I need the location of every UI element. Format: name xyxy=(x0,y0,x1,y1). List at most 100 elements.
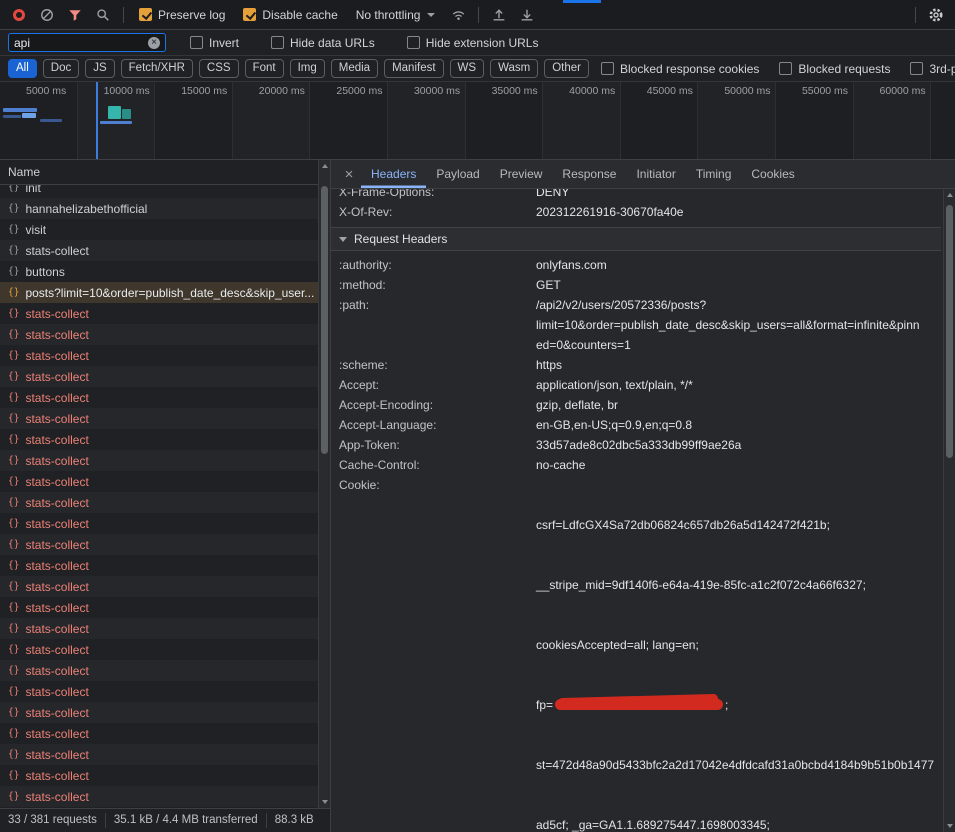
type-filter-chip[interactable]: Media xyxy=(331,59,378,78)
script-file-icon: {} xyxy=(8,644,19,655)
details-tab[interactable]: Payload xyxy=(426,160,489,188)
clear-icon xyxy=(40,8,54,22)
details-scrollbar[interactable] xyxy=(943,189,955,832)
request-name: init xyxy=(25,185,54,195)
name-column-header[interactable]: Name xyxy=(0,160,330,185)
filter-input[interactable]: api × xyxy=(8,33,166,52)
timeline-overview[interactable]: 5000 ms10000 ms15000 ms20000 ms25000 ms3… xyxy=(0,82,955,160)
details-tab[interactable]: Initiator xyxy=(626,160,685,188)
request-row[interactable]: {} stats-collect xyxy=(0,702,330,723)
request-name: stats-collect xyxy=(25,349,102,363)
request-row[interactable]: {} stats-collect xyxy=(0,660,330,681)
type-filter-chip[interactable]: WS xyxy=(450,59,485,78)
hide-data-urls-checkbox[interactable]: Hide data URLs xyxy=(271,36,375,50)
request-row[interactable]: {} stats-collect xyxy=(0,555,330,576)
request-row[interactable]: {} init xyxy=(0,185,330,198)
request-name: stats-collect xyxy=(25,748,102,762)
request-row[interactable]: {} stats-collect xyxy=(0,408,330,429)
header-name: Cache-Control: xyxy=(339,455,536,475)
scrollbar-thumb[interactable] xyxy=(321,186,328,454)
request-row[interactable]: {} stats-collect xyxy=(0,492,330,513)
scroll-down-icon[interactable] xyxy=(322,796,328,808)
import-har-button[interactable] xyxy=(486,2,512,28)
checkbox-checked-icon xyxy=(243,8,256,21)
type-filter-chip[interactable]: Font xyxy=(245,59,284,78)
request-row[interactable]: {} buttons xyxy=(0,261,330,282)
script-file-icon: {} xyxy=(8,392,19,403)
request-row[interactable]: {} stats-collect xyxy=(0,618,330,639)
request-row[interactable]: {} stats-collect xyxy=(0,597,330,618)
scroll-up-icon[interactable] xyxy=(947,189,953,201)
type-filter-chip[interactable]: Img xyxy=(290,59,325,78)
scrollbar-thumb[interactable] xyxy=(946,205,953,458)
request-headers-section[interactable]: Request Headers xyxy=(331,227,941,251)
details-tab[interactable]: Headers xyxy=(361,160,426,188)
time-tick-label: 5000 ms xyxy=(0,85,77,97)
clear-filter-icon[interactable]: × xyxy=(148,37,160,49)
scroll-down-icon[interactable] xyxy=(947,820,953,832)
request-row[interactable]: {} stats-collect xyxy=(0,723,330,744)
request-row[interactable]: {} visit xyxy=(0,219,330,240)
preserve-log-checkbox[interactable]: Preserve log xyxy=(139,8,225,22)
request-row[interactable]: {} stats-collect xyxy=(0,387,330,408)
details-tab[interactable]: Preview xyxy=(490,160,553,188)
request-row[interactable]: {} stats-collect xyxy=(0,786,330,807)
request-row[interactable]: {} stats-collect xyxy=(0,765,330,786)
details-tab[interactable]: Timing xyxy=(686,160,742,188)
request-list-panel: Name {} init {} hannahelizabethofficial … xyxy=(0,160,331,832)
close-details-icon[interactable]: × xyxy=(337,166,361,183)
search-button[interactable] xyxy=(90,2,116,28)
filter-button[interactable] xyxy=(62,2,88,28)
filter-toggle-label: 3rd-party requests xyxy=(929,62,955,76)
details-tab[interactable]: Response xyxy=(552,160,626,188)
script-file-icon: {} xyxy=(8,413,19,424)
filter-toggle-checkbox[interactable]: Blocked requests xyxy=(779,62,890,76)
network-conditions-button[interactable] xyxy=(445,2,471,28)
request-row[interactable]: {} stats-collect xyxy=(0,471,330,492)
request-row[interactable]: {} stats-collect xyxy=(0,366,330,387)
request-row[interactable]: {} stats-collect xyxy=(0,240,330,261)
request-row[interactable]: {} stats-collect xyxy=(0,744,330,765)
type-filter-chip[interactable]: JS xyxy=(85,59,114,78)
script-file-icon: {} xyxy=(8,560,19,571)
settings-gear-button[interactable] xyxy=(923,2,949,28)
invert-checkbox[interactable]: Invert xyxy=(190,36,239,50)
timeline-column: 55000 ms xyxy=(776,82,854,159)
request-row[interactable]: {} stats-collect xyxy=(0,639,330,660)
filter-toggle-checkbox[interactable]: 3rd-party requests xyxy=(910,62,955,76)
type-filter-chip[interactable]: Doc xyxy=(43,59,79,78)
cookie-value: csrf=LdfcGX4Sa72db06824c657db26a5d142472… xyxy=(536,475,936,832)
record-button[interactable] xyxy=(6,2,32,28)
hide-extension-urls-label: Hide extension URLs xyxy=(426,36,539,50)
type-filter-chip[interactable]: All xyxy=(8,59,37,78)
type-filter-chip[interactable]: Fetch/XHR xyxy=(121,59,193,78)
disable-cache-checkbox[interactable]: Disable cache xyxy=(243,8,337,22)
request-row[interactable]: {} posts?limit=10&order=publish_date_des… xyxy=(0,282,330,303)
request-row[interactable]: {} stats-collect xyxy=(0,324,330,345)
type-filter-chip[interactable]: Manifest xyxy=(384,59,443,78)
throttling-dropdown[interactable]: No throttling xyxy=(356,8,436,22)
type-filter-chip[interactable]: Other xyxy=(544,59,589,78)
filter-toggle-checkbox[interactable]: Blocked response cookies xyxy=(601,62,759,76)
request-row[interactable]: {} stats-collect xyxy=(0,429,330,450)
request-row[interactable]: {} stats-collect xyxy=(0,576,330,597)
request-row[interactable]: {} stats-collect xyxy=(0,681,330,702)
header-name: :authority: xyxy=(339,255,536,275)
request-row[interactable]: {} stats-collect xyxy=(0,303,330,324)
request-row[interactable]: {} stats-collect xyxy=(0,450,330,471)
details-tab[interactable]: Cookies xyxy=(741,160,804,188)
request-row[interactable]: {} stats-collect xyxy=(0,534,330,555)
request-list-scrollbar[interactable] xyxy=(318,160,330,808)
type-filter-chip[interactable]: CSS xyxy=(199,59,239,78)
hide-extension-urls-checkbox[interactable]: Hide extension URLs xyxy=(407,36,539,50)
request-row[interactable]: {} hannahelizabethofficial xyxy=(0,198,330,219)
clear-button[interactable] xyxy=(34,2,60,28)
request-row[interactable]: {} stats-collect xyxy=(0,345,330,366)
request-row[interactable]: {} stats-collect xyxy=(0,513,330,534)
export-har-button[interactable] xyxy=(514,2,540,28)
script-file-icon: {} xyxy=(8,434,19,445)
scroll-up-icon[interactable] xyxy=(322,160,328,172)
header-name: Accept-Encoding: xyxy=(339,395,536,415)
invert-label: Invert xyxy=(209,36,239,50)
type-filter-chip[interactable]: Wasm xyxy=(490,59,538,78)
